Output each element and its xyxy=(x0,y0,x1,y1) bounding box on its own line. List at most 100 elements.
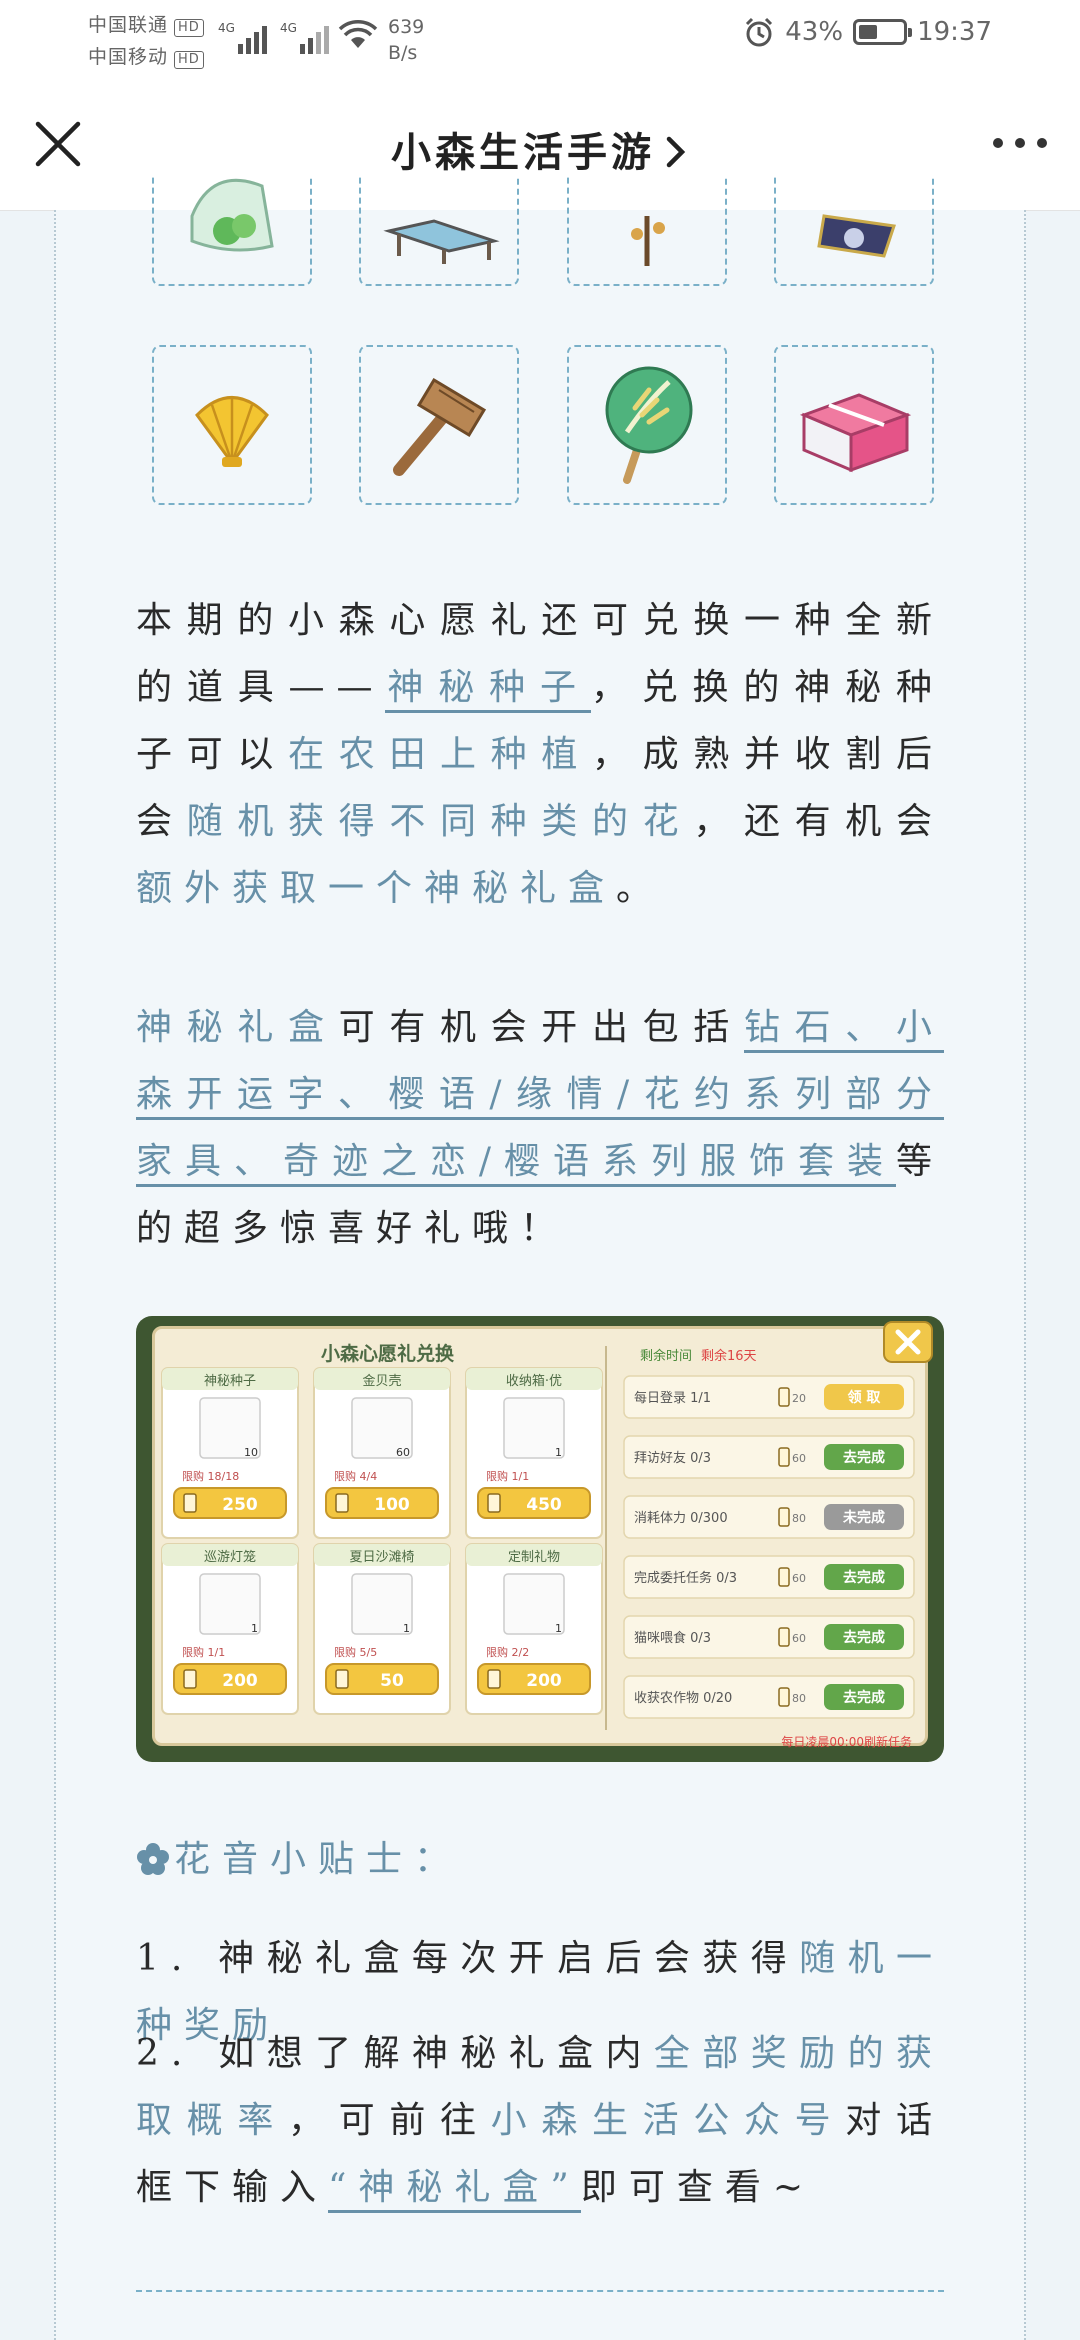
time-label: 剩余时间 xyxy=(640,1348,692,1364)
carrier-2: 中国移动 HD xyxy=(88,42,204,69)
ticket-icon xyxy=(183,1669,197,1689)
task-name: 消耗体力 0/300 xyxy=(634,1511,728,1526)
ticket-icon xyxy=(335,1669,349,1689)
reward-price: 50 xyxy=(380,1671,404,1691)
p1-mystery-seed: 神秘种子 xyxy=(384,667,591,713)
task-reward: 80 xyxy=(792,1692,806,1705)
reward-name: 巡游灯笼 xyxy=(204,1549,256,1565)
reward-count: 1 xyxy=(555,1446,562,1459)
reward-price: 200 xyxy=(222,1671,258,1691)
reward-count: 1 xyxy=(403,1622,410,1635)
status-bar: 中国联通 HD 中国移动 HD 4G 4G 639 B/s 43% 19:37 xyxy=(0,0,1080,80)
task-ticket-icon xyxy=(778,1387,790,1407)
reward-price: 100 xyxy=(374,1495,410,1515)
reward-limit: 限购 2/2 xyxy=(486,1645,529,1659)
tip-2: 2. 如想了解神秘礼盒内全部奖励的获取概率，可前往小森生活公众号对话框下输入“神… xyxy=(136,2020,944,2221)
task-ticket-icon xyxy=(778,1687,790,1707)
reward-limit: 限购 18/18 xyxy=(182,1469,239,1483)
ticket-icon xyxy=(183,1493,197,1513)
tip-2-text: 2. 如想了解神秘礼盒内全部奖励的获取概率，可前往小森生活公众号对话框下输入“神… xyxy=(136,2020,944,2221)
task-reward: 60 xyxy=(792,1452,806,1465)
ticket-icon xyxy=(487,1669,501,1689)
battery-percent: 43% xyxy=(785,17,844,47)
tips-title-text: 花音小贴士： xyxy=(174,1839,463,1880)
tip2-keyword: “神秘礼盒” xyxy=(328,2167,581,2213)
golden-shell-icon xyxy=(195,396,269,467)
reward-count: 1 xyxy=(555,1622,562,1635)
net-speed-unit: B/s xyxy=(388,42,418,64)
item-golden-shell xyxy=(152,345,312,505)
reward-limit: 限购 4/4 xyxy=(334,1469,377,1483)
ticket-icon xyxy=(487,1493,501,1513)
item-seed-bag xyxy=(152,176,312,286)
task-name: 收获农作物 0/20 xyxy=(634,1691,732,1706)
tip2-s3: ，可前往 xyxy=(288,2100,491,2141)
time-value: 剩余16天 xyxy=(701,1348,757,1364)
tip1-s1: 1. 神秘礼盒每次开启后会获得 xyxy=(136,1938,800,1979)
item-gift-box xyxy=(773,176,934,286)
wooden-sign-icon xyxy=(393,377,487,476)
refresh-note: 每日凌晨00:00刷新任务 xyxy=(781,1734,912,1749)
p1-s9: 。 xyxy=(616,868,665,909)
signal-icon-2: 4G xyxy=(280,21,329,54)
task-ticket-icon xyxy=(778,1507,790,1527)
gift-box-icon xyxy=(817,214,896,258)
reward-price: 450 xyxy=(526,1495,562,1515)
item-row-2 xyxy=(152,345,934,510)
task-name: 每日登录 1/1 xyxy=(634,1390,711,1406)
reward-name: 收纳箱·优 xyxy=(506,1373,562,1389)
tip2-s7: 即可查看~ xyxy=(580,2167,815,2208)
p1-s8: 额外获取一个神秘礼盒 xyxy=(136,868,617,909)
reward-count: 60 xyxy=(396,1446,410,1459)
paragraph-1: 本期的小森心愿礼还可兑换一种全新的道具——神秘种子，兑换的神秘种子可以在农田上种… xyxy=(136,587,944,922)
item-row-top xyxy=(152,176,934,286)
reward-count: 10 xyxy=(244,1446,258,1459)
chevron-right-icon[interactable] xyxy=(663,135,689,169)
task-reward: 80 xyxy=(792,1512,806,1525)
tip2-s1: 2. 如想了解神秘礼盒内 xyxy=(136,2033,654,2074)
alarm-icon xyxy=(746,17,773,47)
p1-s6: 随机获得不同种类的花 xyxy=(186,801,694,842)
carrier-2-name: 中国移动 xyxy=(88,46,169,68)
hd-badge-1: HD xyxy=(174,19,204,37)
p2-mystery-box: 神秘礼盒 xyxy=(136,1007,339,1048)
carrier-1-name: 中国联通 xyxy=(88,14,169,36)
hd-badge-2: HD xyxy=(174,51,204,69)
p1-s4: 在农田上种植 xyxy=(288,734,592,775)
task-button-label: 去完成 xyxy=(843,1629,885,1646)
item-wooden-sign xyxy=(359,345,520,505)
seed-bag-icon xyxy=(190,178,274,252)
reward-count: 1 xyxy=(251,1622,258,1635)
more-icon[interactable] xyxy=(990,128,1050,158)
reward-name: 定制礼物 xyxy=(508,1549,560,1565)
nav-title-text[interactable]: 小森生活手游 xyxy=(391,129,655,176)
svg-text:4G: 4G xyxy=(218,21,235,35)
lantern-icon xyxy=(630,216,665,266)
paragraph-2-text: 神秘礼盒可有机会开出包括钻石、小森开运字、樱语/缘情/花约系列部分家具、奇迹之恋… xyxy=(136,994,944,1262)
p2-s2: 可有机会开出包括 xyxy=(338,1007,744,1048)
task-reward: 20 xyxy=(792,1392,806,1405)
beach-chair-icon xyxy=(383,219,500,264)
task-ticket-icon xyxy=(778,1627,790,1647)
net-speed-value: 639 xyxy=(388,16,425,38)
p1-s7: ，还有机会 xyxy=(693,801,944,842)
task-ticket-icon xyxy=(778,1567,790,1587)
task-ticket-icon xyxy=(778,1447,790,1467)
reward-limit: 限购 1/1 xyxy=(182,1645,225,1659)
paragraph-2: 神秘礼盒可有机会开出包括钻石、小森开运字、樱语/缘情/花约系列部分家具、奇迹之恋… xyxy=(136,994,944,1262)
status-right: 43% 19:37 xyxy=(743,16,992,48)
hand-fan-icon xyxy=(605,366,693,484)
section-divider xyxy=(136,2290,944,2292)
item-beach-chair xyxy=(359,176,520,286)
game-title: 小森心愿礼兑换 xyxy=(321,1342,455,1365)
game-screenshot: 小森心愿礼兑换 剩余时间 剩余16天 神秘种子 10 限购 18/18 250 金贝壳 60 限购… xyxy=(136,1316,944,1762)
task-name: 完成委托任务 0/3 xyxy=(634,1570,737,1586)
ticket-icon xyxy=(335,1493,349,1513)
storage-box-icon xyxy=(799,393,912,473)
item-lantern xyxy=(566,176,727,286)
task-button-label: 去完成 xyxy=(843,1689,885,1706)
nav-title[interactable]: 小森生活手游 xyxy=(0,120,1080,178)
task-name: 猫咪喂食 0/3 xyxy=(634,1630,711,1646)
battery-level xyxy=(859,25,878,39)
task-reward: 60 xyxy=(792,1572,806,1585)
